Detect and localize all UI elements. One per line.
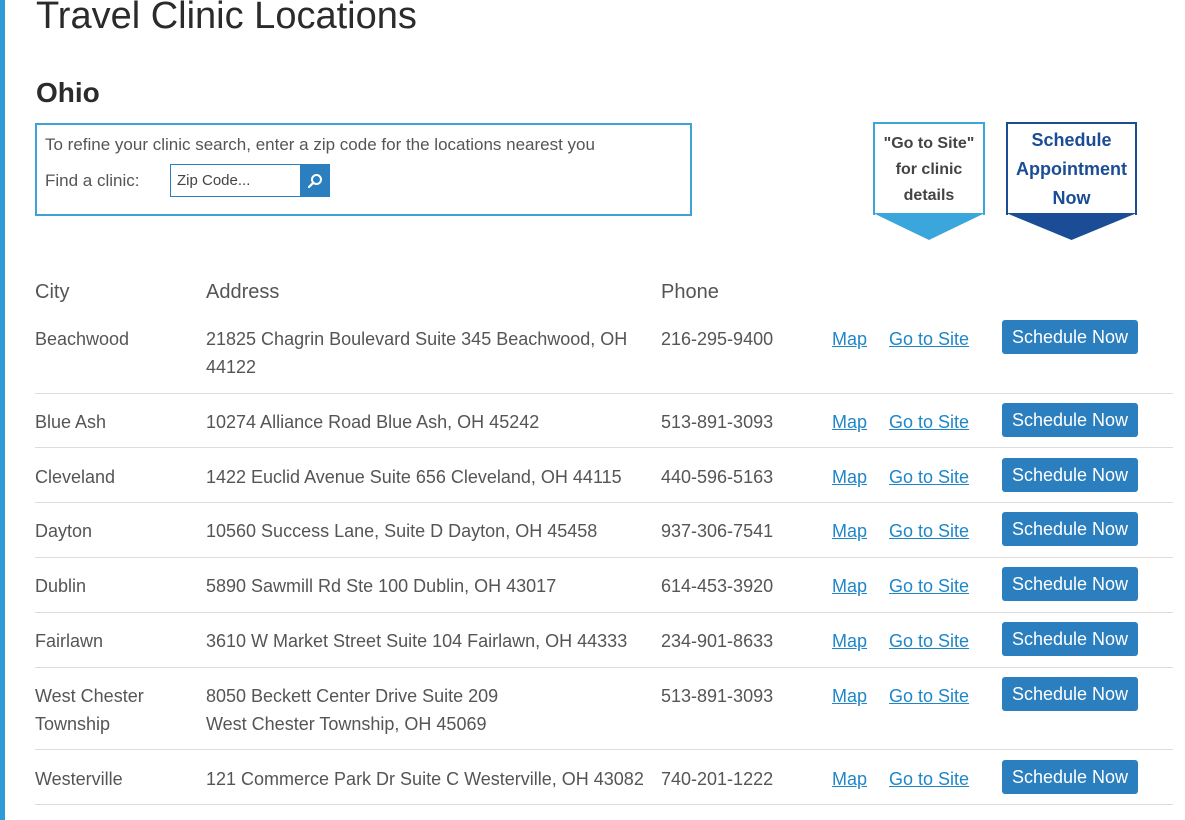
row-city: Dayton — [35, 521, 93, 541]
row-phone: 234-901-8633 — [661, 631, 774, 651]
row-phone: 614-453-3920 — [661, 576, 774, 596]
row-address: 21825 Chagrin Boulevard Suite 345 Beachw… — [206, 325, 646, 381]
search-icon — [307, 173, 322, 188]
header-phone: Phone — [661, 281, 719, 303]
address-line: 8050 Beckett Center Drive Suite 209 — [206, 686, 499, 706]
map-link[interactable]: Map — [832, 572, 867, 600]
map-link[interactable]: Map — [832, 627, 867, 655]
schedule-now-button[interactable]: Schedule Now — [1002, 512, 1138, 546]
row-city: Blue Ash — [35, 412, 107, 432]
page-title: Travel Clinic Locations — [36, 0, 417, 37]
go-to-site-link[interactable]: Go to Site — [889, 325, 969, 353]
schedule-now-button[interactable]: Schedule Now — [1002, 677, 1138, 711]
map-link[interactable]: Map — [832, 682, 867, 710]
go-to-site-link[interactable]: Go to Site — [889, 627, 969, 655]
row-city: Dublin — [35, 576, 87, 596]
address-line: 21825 Chagrin Boulevard Suite 345 Beachw… — [206, 329, 628, 349]
down-arrow-icon — [1006, 213, 1137, 240]
table-row: West Chester Township 8050 Beckett Cente… — [35, 677, 1173, 750]
row-city: Fairlawn — [35, 631, 104, 651]
search-hint: To refine your clinic search, enter a zi… — [45, 135, 595, 154]
schedule-now-button[interactable]: Schedule Now — [1002, 458, 1138, 492]
schedule-now-button[interactable]: Schedule Now — [1002, 567, 1138, 601]
left-accent-bar — [0, 0, 5, 820]
down-arrow-icon — [873, 213, 985, 240]
go-to-site-legend: "Go to Site" for clinic details — [873, 122, 985, 240]
legend-line: for clinic — [895, 160, 963, 178]
map-link[interactable]: Map — [832, 517, 867, 545]
legend-line: Now — [1052, 188, 1091, 208]
search-button[interactable] — [300, 164, 330, 197]
table-header: City Address Phone — [0, 281, 1185, 307]
go-to-site-link[interactable]: Go to Site — [889, 463, 969, 491]
row-address: 10274 Alliance Road Blue Ash, OH 45242 — [206, 412, 540, 432]
row-address: 10560 Success Lane, Suite D Dayton, OH 4… — [206, 521, 598, 541]
row-city: Cleveland — [35, 467, 116, 487]
zip-code-input[interactable] — [170, 164, 300, 197]
table-row: Cleveland 1422 Euclid Avenue Suite 656 C… — [35, 458, 1173, 503]
row-city: Westerville — [35, 769, 123, 789]
row-address: 5890 Sawmill Rd Ste 100 Dublin, OH 43017 — [206, 576, 557, 596]
go-to-site-link[interactable]: Go to Site — [889, 572, 969, 600]
header-address: Address — [206, 281, 280, 303]
table-row: Fairlawn 3610 W Market Street Suite 104 … — [35, 622, 1173, 668]
row-phone: 513-891-3093 — [661, 686, 774, 706]
map-link[interactable]: Map — [832, 408, 867, 436]
row-address: 121 Commerce Park Dr Suite C Westerville… — [206, 769, 644, 789]
map-link[interactable]: Map — [832, 463, 867, 491]
map-link[interactable]: Map — [832, 325, 867, 353]
legend-line: details — [903, 186, 955, 204]
clinic-search-panel: To refine your clinic search, enter a zi… — [35, 123, 692, 216]
row-phone: 216-295-9400 — [661, 329, 774, 349]
schedule-now-button[interactable]: Schedule Now — [1002, 403, 1138, 437]
schedule-now-button[interactable]: Schedule Now — [1002, 622, 1138, 656]
row-city: West Chester Township — [35, 686, 144, 734]
go-to-site-link[interactable]: Go to Site — [889, 517, 969, 545]
go-to-site-link[interactable]: Go to Site — [889, 765, 969, 793]
row-phone: 937-306-7541 — [661, 521, 774, 541]
table-row: Beachwood 21825 Chagrin Boulevard Suite … — [35, 320, 1173, 394]
map-link[interactable]: Map — [832, 765, 867, 793]
row-phone: 740-201-1222 — [661, 769, 774, 789]
table-row: Blue Ash 10274 Alliance Road Blue Ash, O… — [35, 403, 1173, 448]
schedule-now-button[interactable]: Schedule Now — [1002, 760, 1138, 794]
row-address: 8050 Beckett Center Drive Suite 209 West… — [206, 682, 646, 738]
schedule-appointment-legend: Schedule Appointment Now — [1006, 122, 1137, 240]
row-address: 1422 Euclid Avenue Suite 656 Cleveland, … — [206, 467, 622, 487]
state-heading: Ohio — [36, 77, 100, 108]
row-address: 3610 W Market Street Suite 104 Fairlawn,… — [206, 631, 628, 651]
address-line: 44122 — [206, 357, 257, 377]
go-to-site-link[interactable]: Go to Site — [889, 408, 969, 436]
table-row: Dublin 5890 Sawmill Rd Ste 100 Dublin, O… — [35, 567, 1173, 613]
schedule-now-button[interactable]: Schedule Now — [1002, 320, 1138, 354]
find-clinic-label: Find a clinic: — [45, 170, 140, 190]
table-row: Westerville 121 Commerce Park Dr Suite C… — [35, 760, 1173, 805]
row-phone: 513-891-3093 — [661, 412, 774, 432]
legend-line: Appointment — [1016, 159, 1127, 179]
header-city: City — [35, 281, 70, 303]
table-row: Dayton 10560 Success Lane, Suite D Dayto… — [35, 512, 1173, 558]
legend-line: Schedule — [1031, 130, 1112, 150]
row-city: Beachwood — [35, 329, 130, 349]
address-line: West Chester Township, OH 45069 — [206, 714, 487, 734]
row-phone: 440-596-5163 — [661, 467, 774, 487]
legend-line: "Go to Site" — [883, 134, 975, 152]
go-to-site-link[interactable]: Go to Site — [889, 682, 969, 710]
find-clinic-row: Find a clinic: — [45, 164, 690, 197]
